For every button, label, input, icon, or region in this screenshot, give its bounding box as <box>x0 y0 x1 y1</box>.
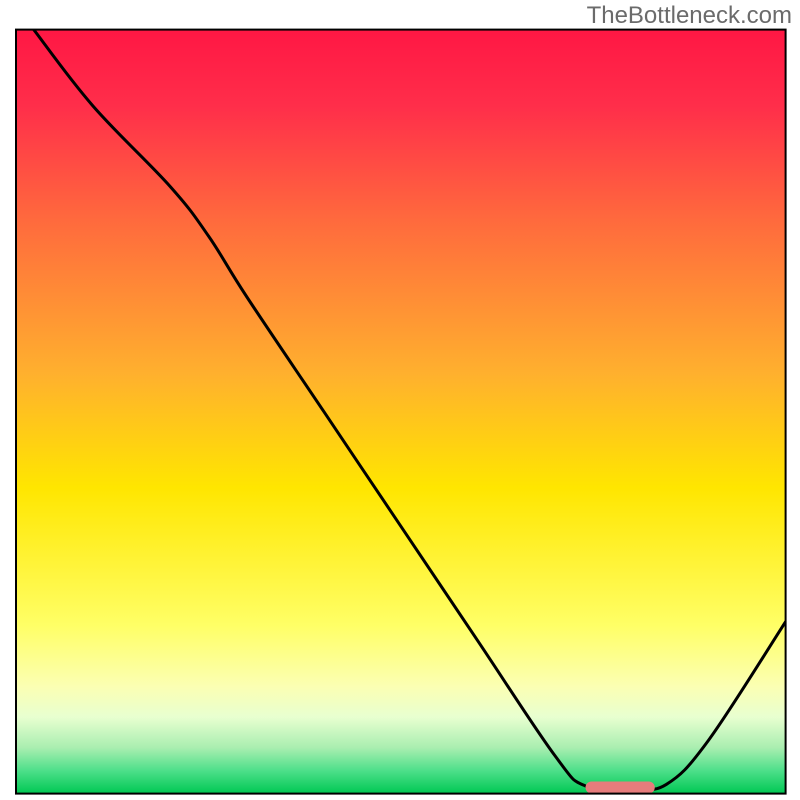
gradient-background <box>16 30 786 794</box>
optimum-marker <box>586 781 655 793</box>
bottleneck-chart: TheBottleneck.com <box>0 0 800 800</box>
watermark-text: TheBottleneck.com <box>587 2 792 30</box>
chart-svg <box>0 0 800 800</box>
